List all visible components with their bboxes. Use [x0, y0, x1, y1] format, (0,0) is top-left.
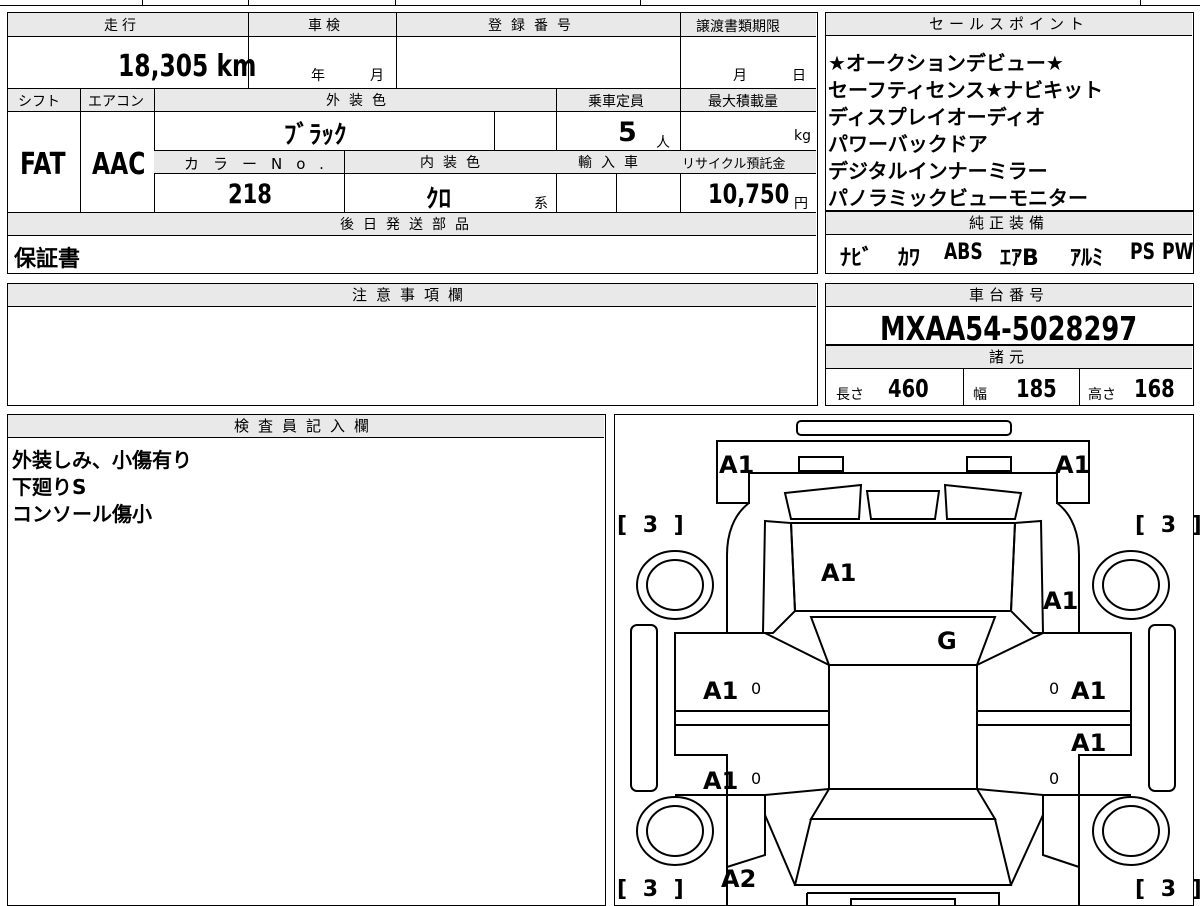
max-load-unit: kg	[794, 128, 811, 144]
inspection-label: 車検	[308, 18, 344, 34]
equipment-item: PS	[1130, 240, 1155, 265]
damage-label-right-front-door: A1	[1071, 677, 1107, 705]
inspector-box: 検査員記入欄 外装しみ、小傷有り 下廻りS コンソール傷小	[7, 414, 606, 906]
sales-point-line-6: パノラミックビューモニター	[828, 186, 1088, 210]
damage-label-hood: A1	[821, 559, 857, 587]
sales-points-box: セールスポイント ★オークションデビュー★ セーフティセンス★ナビキット ディス…	[825, 12, 1194, 211]
equipment-item: ﾅﾋﾞ	[840, 246, 874, 271]
inspector-line-3: コンソール傷小	[12, 502, 152, 526]
exterior-color-value: ﾌﾞﾗｯｸ	[284, 120, 347, 149]
capacity-value: 5	[618, 117, 637, 148]
tire-tread-front-left: [ 3 ]	[617, 513, 688, 538]
aircon-value: AAC	[92, 147, 146, 182]
door-mark-left-front: 0	[751, 679, 762, 698]
tire-tread-front-right: [ 3 ]	[1135, 513, 1200, 538]
height-label: 高さ	[1088, 387, 1116, 403]
door-mark-right-rear: 0	[1049, 769, 1060, 788]
sales-point-line-5: デジタルインナーミラー	[828, 159, 1048, 183]
car-outline-diagram	[630, 420, 1176, 905]
sales-point-line-3: ディスプレイオーディオ	[828, 105, 1046, 129]
notes-header: 注意事項欄	[8, 284, 816, 307]
shipping-parts-value: 保証書	[14, 247, 81, 272]
import-label: 輸入車	[578, 155, 647, 171]
tire-tread-rear-right: [ 3 ]	[1135, 877, 1200, 902]
damage-label-rear: A2	[721, 865, 757, 893]
chassis-header: 車台番号	[826, 284, 1192, 307]
year-unit: 年	[311, 68, 325, 84]
max-load-label: 最大積載量	[708, 94, 778, 110]
tire-tread-rear-left: [ 3 ]	[617, 877, 688, 902]
sales-point-line-2: セーフティセンス★ナビキット	[828, 78, 1104, 102]
damage-label-front-right: A1	[1055, 451, 1091, 479]
length-value: 460	[888, 374, 929, 403]
equipment-item: ｱﾙﾐ	[1070, 246, 1104, 271]
length-label: 長さ	[836, 387, 864, 403]
width-value: 185	[1016, 374, 1057, 403]
top-clipped-strip	[0, 0, 1200, 6]
damage-label-left-front-door: A1	[703, 677, 739, 705]
shift-label: シフト	[18, 94, 60, 110]
transfer-deadline-label: 譲渡書類期限	[696, 19, 780, 35]
damage-label-front-left: A1	[719, 451, 755, 479]
capacity-unit: 人	[656, 135, 670, 151]
exterior-color-label: 外装色	[326, 93, 395, 109]
recycle-unit: 円	[794, 196, 808, 212]
interior-color-value: ｸﾛ	[426, 184, 452, 213]
month-unit: 月	[370, 68, 384, 84]
deadline-day-unit: 日	[792, 68, 806, 84]
vehicle-info-box: 走行 車検 登録番号 譲渡書類期限 18,305 km 年 月 月 日 シフト …	[7, 12, 818, 274]
equipment-header: 純正装備	[826, 212, 1192, 235]
sales-point-line-1: ★オークションデビュー★	[828, 51, 1064, 75]
capacity-label: 乗車定員	[588, 94, 644, 110]
inspector-header: 検査員記入欄	[8, 415, 604, 438]
inspector-line-1: 外装しみ、小傷有り	[12, 448, 192, 472]
chassis-number: MXAA54-5028297	[880, 309, 1138, 348]
door-mark-right-front: 0	[1049, 679, 1060, 698]
mileage-value: 18,305 km	[118, 49, 257, 84]
recycle-label: リサイクル預託金	[682, 157, 786, 172]
width-label: 幅	[973, 387, 987, 403]
aircon-label: エアコン	[88, 94, 144, 110]
equipment-item: ｶﾜ	[898, 246, 921, 271]
car-diagram-box: A1 A1 A1 A1 G A1 A1 A1 A1 A2 [ 3 ] [ 3 ]…	[614, 414, 1200, 906]
equipment-box: 純正装備 ﾅﾋﾞ ｶﾜ ABS ｴｱB ｱﾙﾐ PS PW	[825, 211, 1194, 274]
specs-header: 諸元	[826, 346, 1192, 369]
notes-box: 注意事項欄	[7, 283, 818, 406]
deadline-month-unit: 月	[733, 68, 747, 84]
damage-label-right-fender: A1	[1043, 587, 1079, 615]
equipment-item: ｴｱB	[1000, 246, 1039, 271]
damage-label-right-rear-door: A1	[1071, 729, 1107, 757]
sales-points-header: セールスポイント	[826, 13, 1192, 36]
chassis-box: 車台番号 MXAA54-5028297	[825, 283, 1194, 348]
sales-point-line-4: パワーバックドア	[828, 132, 988, 156]
damage-label-left-rear-door: A1	[703, 767, 739, 795]
door-mark-left-rear: 0	[751, 769, 762, 788]
height-value: 168	[1134, 374, 1175, 403]
equipment-item: PW	[1162, 240, 1194, 265]
damage-label-windshield: G	[937, 627, 957, 655]
shipping-parts-label: 後日発送部品	[340, 217, 478, 233]
interior-suffix: 系	[534, 196, 548, 212]
equipment-item: ABS	[944, 240, 983, 265]
inspector-line-2: 下廻りS	[12, 475, 87, 499]
specs-box: 諸元 長さ 460 幅 185 高さ 168	[825, 345, 1194, 406]
mileage-label: 走行	[104, 18, 140, 34]
registration-label: 登録番号	[488, 18, 580, 34]
color-no-value: 218	[228, 179, 272, 210]
interior-color-label: 内装色	[420, 155, 489, 171]
color-no-label: カラーNo.	[184, 155, 338, 173]
shift-value: FAT	[20, 147, 66, 182]
